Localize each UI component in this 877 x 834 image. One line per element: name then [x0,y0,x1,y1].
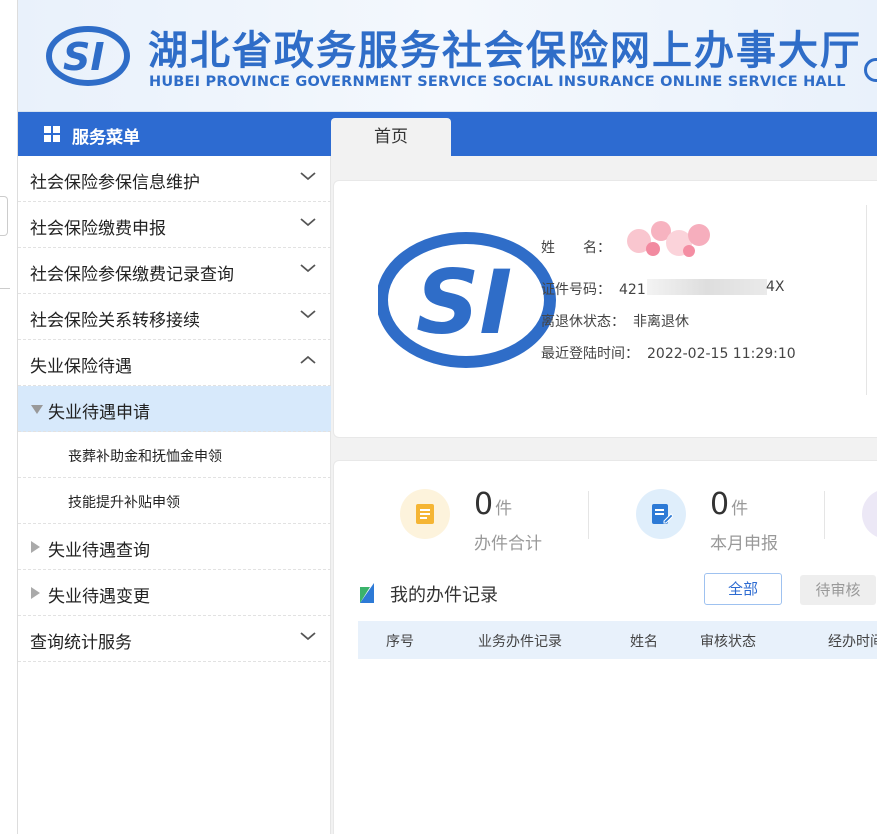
sidebar-subitem-skill-subsidy[interactable]: 技能提升补贴申领 [18,478,331,524]
records-flag-icon [360,583,374,603]
profile-login-row: 最近登陆时间： 2022-02-15 11:29:10 [541,343,796,363]
chevron-down-icon [300,632,316,641]
service-menu-header: 服务菜单 [18,112,331,156]
profile-divider [866,205,867,395]
sidebar-item-label: 社会保险缴费申报 [30,219,166,239]
service-menu-title: 服务菜单 [72,128,140,148]
stat-total-unit: 件 [495,499,513,519]
chevron-down-icon [300,264,316,273]
stat-total-label: 办件合计 [474,534,542,554]
side-tab-handle[interactable] [0,196,8,236]
chevron-down-icon [300,172,316,181]
site-title-cn: 湖北省政务服务社会保险网上办事大厅 [148,28,862,74]
sidebar-item-payment-declare[interactable]: 社会保险缴费申报 [18,202,331,248]
sidebar-item-label: 查询统计服务 [30,633,132,653]
svg-text:SI: SI [416,251,512,354]
sidebar-item-label: 失业待遇申请 [48,403,150,423]
sidebar-subitem-label: 丧葬补助金和抚恤金申领 [68,449,222,465]
col-time: 经办时间 [828,634,877,650]
sidebar-item-label: 失业待遇查询 [48,541,150,561]
browser-left-strip [0,0,18,834]
sidebar-item-label: 社会保险关系转移接续 [30,311,200,331]
sidebar-item-insured-info[interactable]: 社会保险参保信息维护 [18,156,331,202]
main-content: SI 姓 名： 证件号码： 421 4X 离退休状态： 非离退休 最近登陆时间：… [331,156,877,834]
sidebar-item-unemployment-apply[interactable]: 失业待遇申请 [18,386,331,432]
login-label: 最近登陆时间： [541,346,639,362]
id-suffix: 4X [766,279,785,295]
stat-month-value: 0件 [710,487,749,522]
sidebar-subitem-funeral-subsidy[interactable]: 丧葬补助金和抚恤金申领 [18,432,331,478]
retire-label: 离退休状态： [541,314,625,330]
filter-all-button[interactable]: 全部 [704,573,782,605]
stat-total-value: 0件 [474,487,513,522]
col-record: 业务办件记录 [478,634,562,650]
name-redacted-image [627,221,710,257]
stat-month-circle [636,489,686,539]
id-label: 证件号码： [541,282,611,298]
col-name: 姓名 [630,634,658,650]
edit-document-icon [652,504,673,524]
sidebar-item-unemployment-change[interactable]: 失业待遇变更 [18,570,331,616]
sidebar-item-payment-query[interactable]: 社会保险参保缴费记录查询 [18,248,331,294]
chevron-down-icon [300,218,316,227]
profile-id-row: 证件号码： 421 [541,279,646,299]
sidebar-item-label: 社会保险参保缴费记录查询 [30,265,234,285]
stat-month-unit: 件 [731,499,749,519]
tab-bar: 首页 [331,112,877,156]
profile-card: SI 姓 名： 证件号码： 421 4X 离退休状态： 非离退休 最近登陆时间：… [333,180,877,438]
svg-text:SI: SI [63,35,105,79]
sidebar-subitem-label: 技能提升补贴申领 [68,495,180,511]
stat-next-circle [862,489,877,539]
sidebar-item-unemployment-query[interactable]: 失业待遇查询 [18,524,331,570]
chevron-up-icon [300,355,316,364]
profile-retire-row: 离退休状态： 非离退休 [541,311,689,331]
filter-pending-button[interactable]: 待审核 [800,575,876,605]
records-title: 我的办件记录 [390,585,498,606]
sidebar-item-statistics[interactable]: 查询统计服务 [18,616,331,662]
profile-name-row: 姓 名： [541,237,611,257]
document-icon [416,504,434,524]
page: SI 湖北省政务服务社会保险网上办事大厅 HUBEI PROVINCE GOVE… [0,0,877,834]
login-value: 2022-02-15 11:29:10 [647,346,796,362]
site-header: SI 湖北省政务服务社会保险网上办事大厅 HUBEI PROVINCE GOVE… [18,0,877,112]
retire-value: 非离退休 [633,314,689,330]
triangle-down-icon [31,405,43,414]
name-label: 姓 名： [541,240,611,256]
sidebar-item-label: 失业保险待遇 [30,357,132,377]
triangle-right-icon [31,541,40,553]
user-icon[interactable] [864,58,877,82]
records-table-header: 序号 业务办件记录 姓名 审核状态 经办时间 [358,621,877,659]
sidebar-item-label: 社会保险参保信息维护 [30,173,200,193]
chevron-down-icon [300,310,316,319]
si-logo-icon: SI [378,232,556,368]
stat-separator [588,491,589,539]
triangle-right-icon [31,587,40,599]
id-redacted-block [647,279,767,295]
sidebar-item-transfer[interactable]: 社会保险关系转移接续 [18,294,331,340]
sidebar: 社会保险参保信息维护 社会保险缴费申报 社会保险参保缴费记录查询 社会保险关系转… [18,156,331,834]
stat-separator [824,491,825,539]
col-index: 序号 [386,634,414,650]
stat-month-label: 本月申报 [710,534,778,554]
side-divider [0,288,10,289]
tab-home[interactable]: 首页 [331,118,451,156]
grid-menu-icon [44,126,60,142]
sidebar-item-unemployment[interactable]: 失业保险待遇 [18,340,331,386]
id-prefix: 421 [619,282,646,298]
sidebar-item-label: 失业待遇变更 [48,587,150,607]
col-status: 审核状态 [700,634,756,650]
stat-total-circle [400,489,450,539]
si-logo-icon: SI [46,26,130,86]
site-title-en: HUBEI PROVINCE GOVERNMENT SERVICE SOCIAL… [149,74,846,90]
records-card: 0件 办件合计 0件 本月申报 我的办件记录 全部 待审核 序号 业务办件记录 … [333,460,877,834]
